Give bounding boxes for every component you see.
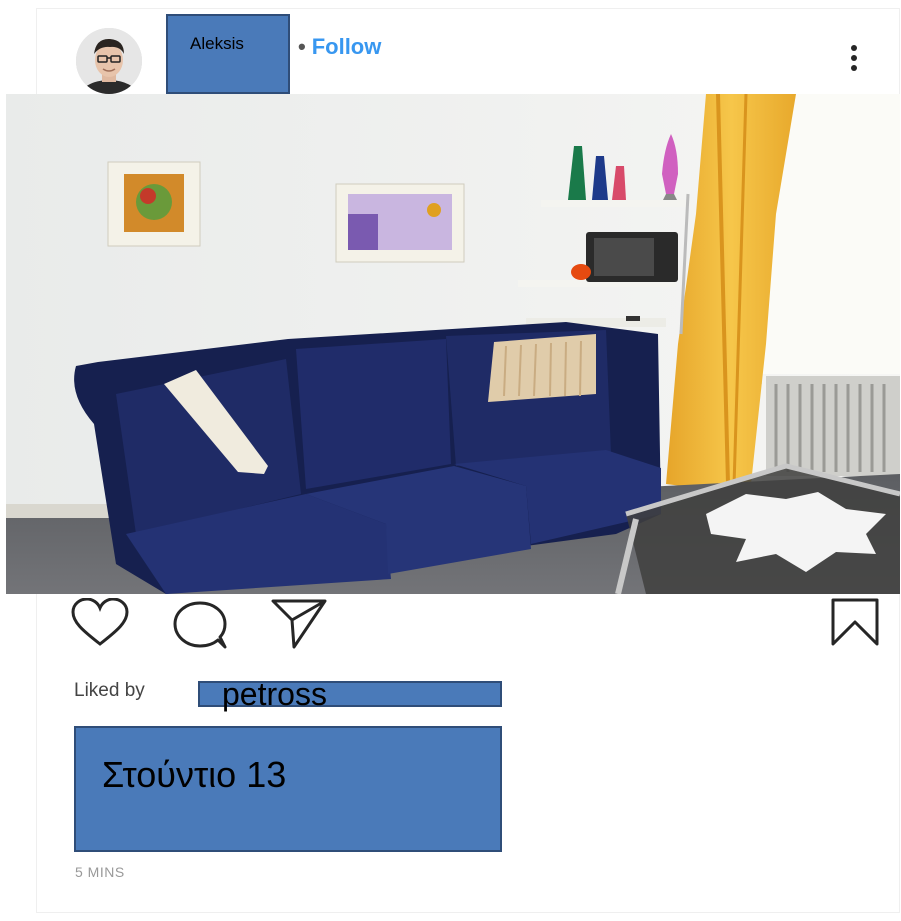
post-timestamp: 5 MINS [75, 864, 125, 880]
liked-by-text: Liked by [74, 680, 145, 701]
caption-box: Στούντιο 13 [74, 726, 502, 852]
username-box[interactable]: Aleksis [166, 14, 290, 94]
separator-dot: • [298, 34, 306, 59]
caption-text: Στούντιο 13 [102, 754, 287, 795]
heart-icon[interactable] [70, 597, 130, 653]
follow-button[interactable]: • Follow [298, 34, 381, 60]
more-options-icon[interactable] [848, 42, 860, 76]
liked-by-user[interactable]: petross [222, 674, 327, 714]
username[interactable]: Aleksis [190, 34, 244, 54]
post-photo[interactable] [6, 94, 900, 594]
profile-avatar[interactable] [76, 28, 142, 94]
follow-label[interactable]: Follow [312, 34, 382, 59]
comment-icon[interactable] [172, 600, 228, 655]
liked-by-user-box[interactable]: petross [198, 676, 502, 712]
send-icon[interactable] [270, 598, 328, 655]
bookmark-icon[interactable] [830, 597, 880, 652]
